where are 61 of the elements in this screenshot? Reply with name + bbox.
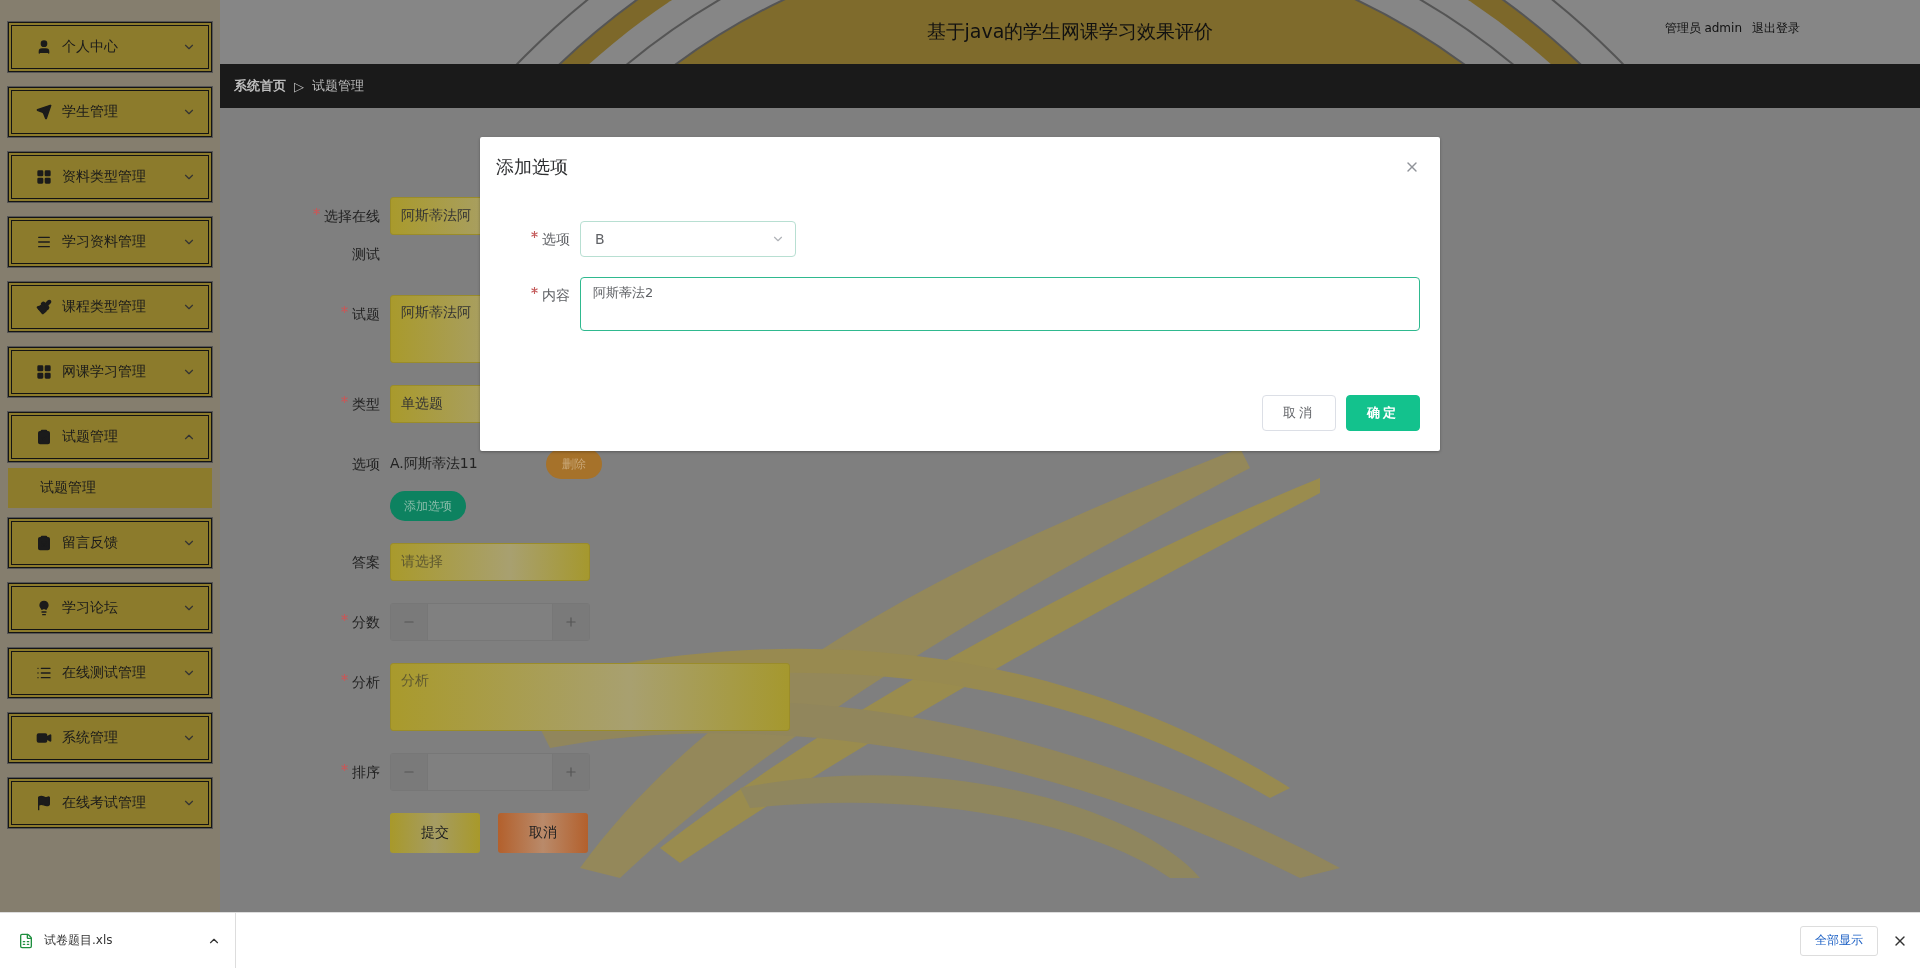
breadcrumb-current: 试题管理 <box>312 77 364 95</box>
dialog-title: 添加选项 <box>496 155 568 179</box>
video-icon <box>36 730 52 746</box>
paintbrush-icon <box>36 299 52 315</box>
field-label: 排序 <box>352 764 380 780</box>
cancel-button[interactable]: 取消 <box>498 813 588 853</box>
breadcrumb-home[interactable]: 系统首页 <box>234 77 286 95</box>
field-label: 选项 <box>542 231 570 247</box>
logout-link[interactable]: 退出登录 <box>1752 20 1800 37</box>
user-label: 管理员 admin <box>1664 20 1742 37</box>
sidebar-item[interactable]: 资料类型管理 <box>8 152 212 202</box>
field-label: 答案 <box>352 554 380 570</box>
number-field[interactable] <box>390 753 590 791</box>
increase-button[interactable] <box>553 604 589 640</box>
decrease-button[interactable] <box>391 604 427 640</box>
sidebar-item[interactable]: 系统管理 <box>8 713 212 763</box>
breadcrumb-separator: ▷ <box>294 78 304 94</box>
cancel-button[interactable]: 取消 <box>1262 395 1336 431</box>
select-field[interactable]: 请选择 <box>390 543 590 581</box>
submit-button[interactable]: 提交 <box>390 813 480 853</box>
download-file-name[interactable]: 试卷题目.xls <box>44 932 197 949</box>
sidebar-item[interactable]: 学习资料管理 <box>8 217 212 267</box>
confirm-button[interactable]: 确定 <box>1346 395 1420 431</box>
field-label: 类型 <box>352 396 380 412</box>
spreadsheet-file-icon <box>18 932 34 949</box>
grid-icon <box>36 169 52 185</box>
field-label: 分析 <box>352 674 380 690</box>
field-label: 内容 <box>542 287 570 303</box>
menu-icon <box>36 234 52 250</box>
site-title: 基于java的学生网课学习效果评价 <box>926 19 1214 44</box>
field-label: 选项 <box>352 456 380 472</box>
field-label: 试题 <box>352 306 380 322</box>
sidebar-item[interactable]: 学习论坛 <box>8 583 212 633</box>
add-option-button[interactable]: 添加选项 <box>390 491 466 521</box>
flag-icon <box>36 795 52 811</box>
sidebar-item[interactable]: 个人中心 <box>8 22 212 72</box>
select-field[interactable]: B <box>580 221 796 257</box>
increase-button[interactable] <box>553 754 589 790</box>
list-icon <box>36 665 52 681</box>
sidebar-item[interactable]: 试题管理 <box>8 412 212 462</box>
sidebar-item[interactable]: 网课学习管理 <box>8 347 212 397</box>
show-all-button[interactable]: 全部显示 <box>1800 925 1878 956</box>
field-label: 分数 <box>352 614 380 630</box>
grid-icon <box>36 364 52 380</box>
plus-icon <box>564 615 578 629</box>
send-icon <box>36 104 52 120</box>
number-field[interactable] <box>390 603 590 641</box>
text-area[interactable]: 阿斯蒂法2 <box>580 277 1420 331</box>
plus-icon <box>564 765 578 779</box>
sidebar-item[interactable]: 在线考试管理 <box>8 778 212 828</box>
user-icon <box>36 39 52 55</box>
option-text: A.阿斯蒂法11 <box>390 455 479 473</box>
decrease-button[interactable] <box>391 754 427 790</box>
sidebar-item[interactable]: 在线测试管理 <box>8 648 212 698</box>
sidebar-item[interactable]: 留言反馈 <box>8 518 212 568</box>
sidebar-item[interactable]: 学生管理 <box>8 87 212 137</box>
field-label: 选择在线测试 <box>324 208 380 262</box>
text-area[interactable]: 分析 <box>390 663 790 731</box>
lightbulb-icon <box>36 600 52 616</box>
sidebar-item[interactable]: 课程类型管理 <box>8 282 212 332</box>
sidebar-subitem[interactable]: 试题管理 <box>8 468 212 508</box>
